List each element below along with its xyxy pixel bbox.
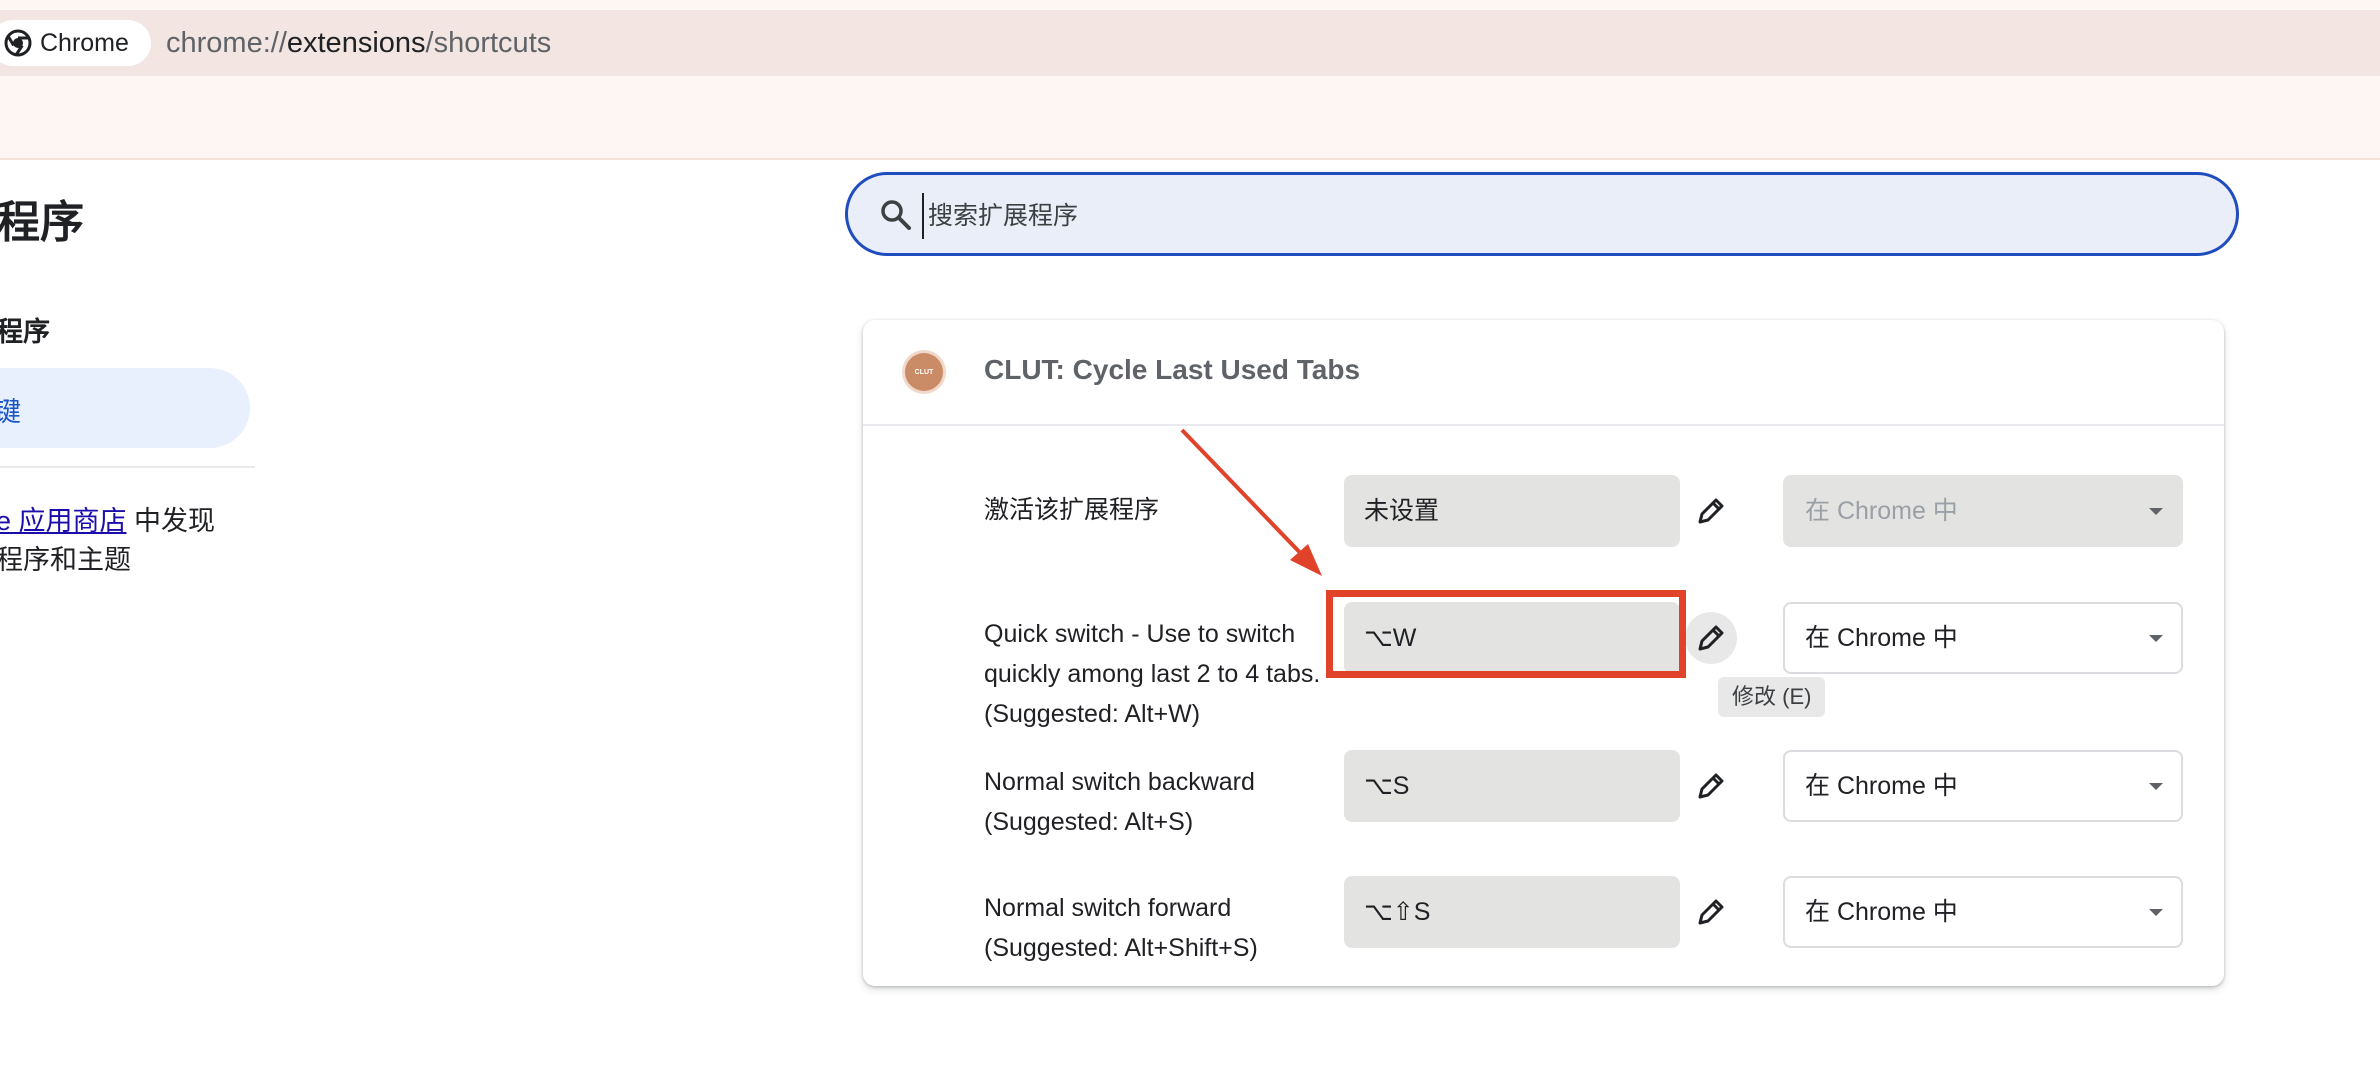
web-store-text-2: 程序和主题	[0, 545, 131, 575]
pencil-icon	[1698, 773, 1724, 799]
scope-select[interactable]: 在 Chrome 中	[1783, 602, 2183, 674]
search-icon	[878, 197, 914, 233]
edit-shortcut-button[interactable]	[1685, 760, 1737, 812]
shortcut-label: Normal switch backward (Suggested: Alt+S…	[984, 768, 1255, 836]
scope-select-value: 在 Chrome 中	[1805, 624, 1958, 652]
url-text[interactable]: chrome://extensions/shortcuts	[166, 24, 551, 62]
scope-select-value: 在 Chrome 中	[1805, 772, 1958, 800]
edit-tooltip: 修改 (E)	[1718, 677, 1826, 717]
edit-shortcut-button[interactable]	[1685, 485, 1737, 537]
web-store-text-1: 中发现	[126, 506, 216, 536]
url-path: /shortcuts	[425, 27, 552, 59]
shortcut-input[interactable]: 未设置	[1344, 475, 1680, 547]
scope-select[interactable]: 在 Chrome 中	[1783, 876, 2183, 948]
dropdown-caret-icon	[2149, 783, 2163, 790]
scope-select-value: 在 Chrome 中	[1805, 497, 1958, 525]
edit-shortcut-button[interactable]	[1685, 612, 1737, 664]
dropdown-caret-icon	[2149, 635, 2163, 642]
edit-shortcut-button[interactable]	[1685, 886, 1737, 938]
shortcut-label: Normal switch forward (Suggested: Alt+Sh…	[984, 894, 1258, 962]
pencil-icon	[1698, 899, 1724, 925]
pencil-icon	[1698, 498, 1724, 524]
sidebar-item-extensions[interactable]: 程序	[0, 310, 50, 349]
sidebar-item-shortcuts-label[interactable]: 键	[0, 390, 21, 429]
browser-toolbar: Chrome chrome://extensions/shortcuts	[0, 0, 2380, 160]
extension-name: CLUT: Cycle Last Used Tabs	[984, 354, 1361, 385]
page-title: 程序	[0, 198, 84, 247]
url-scheme: chrome://	[166, 27, 287, 59]
shortcut-input[interactable]: ⌥S	[1344, 750, 1680, 822]
dropdown-caret-icon	[2149, 909, 2163, 916]
sidebar-divider	[0, 466, 255, 468]
annotation-highlight-box	[1326, 590, 1686, 678]
web-store-promo: e 应用商店 中发现程序和主题	[0, 502, 256, 580]
scope-select: 在 Chrome 中	[1783, 475, 2183, 547]
address-bar[interactable]: Chrome chrome://extensions/shortcuts	[0, 10, 2380, 76]
shortcut-label: Quick switch - Use to switch quickly amo…	[984, 620, 1321, 728]
search-input[interactable]	[922, 193, 2130, 239]
chrome-chip[interactable]: Chrome	[0, 20, 151, 66]
pencil-icon	[1698, 625, 1724, 651]
search-bar[interactable]	[845, 172, 2239, 256]
extension-logo-icon: CLUT	[905, 353, 943, 391]
scope-select[interactable]: 在 Chrome 中	[1783, 750, 2183, 822]
scope-select-value: 在 Chrome 中	[1805, 898, 1958, 926]
web-store-link[interactable]: e 应用商店	[0, 506, 127, 536]
chrome-logo-icon	[4, 29, 32, 57]
extension-header: CLUT CLUT: Cycle Last Used Tabs	[863, 320, 2224, 426]
annotation-arrow-icon	[1180, 428, 1322, 576]
sidebar-item-shortcuts[interactable]	[0, 368, 250, 448]
shortcut-input[interactable]: ⌥⇧S	[1344, 876, 1680, 948]
dropdown-caret-icon	[2149, 508, 2163, 515]
chrome-chip-label: Chrome	[40, 28, 129, 57]
url-host: extensions	[286, 27, 426, 59]
